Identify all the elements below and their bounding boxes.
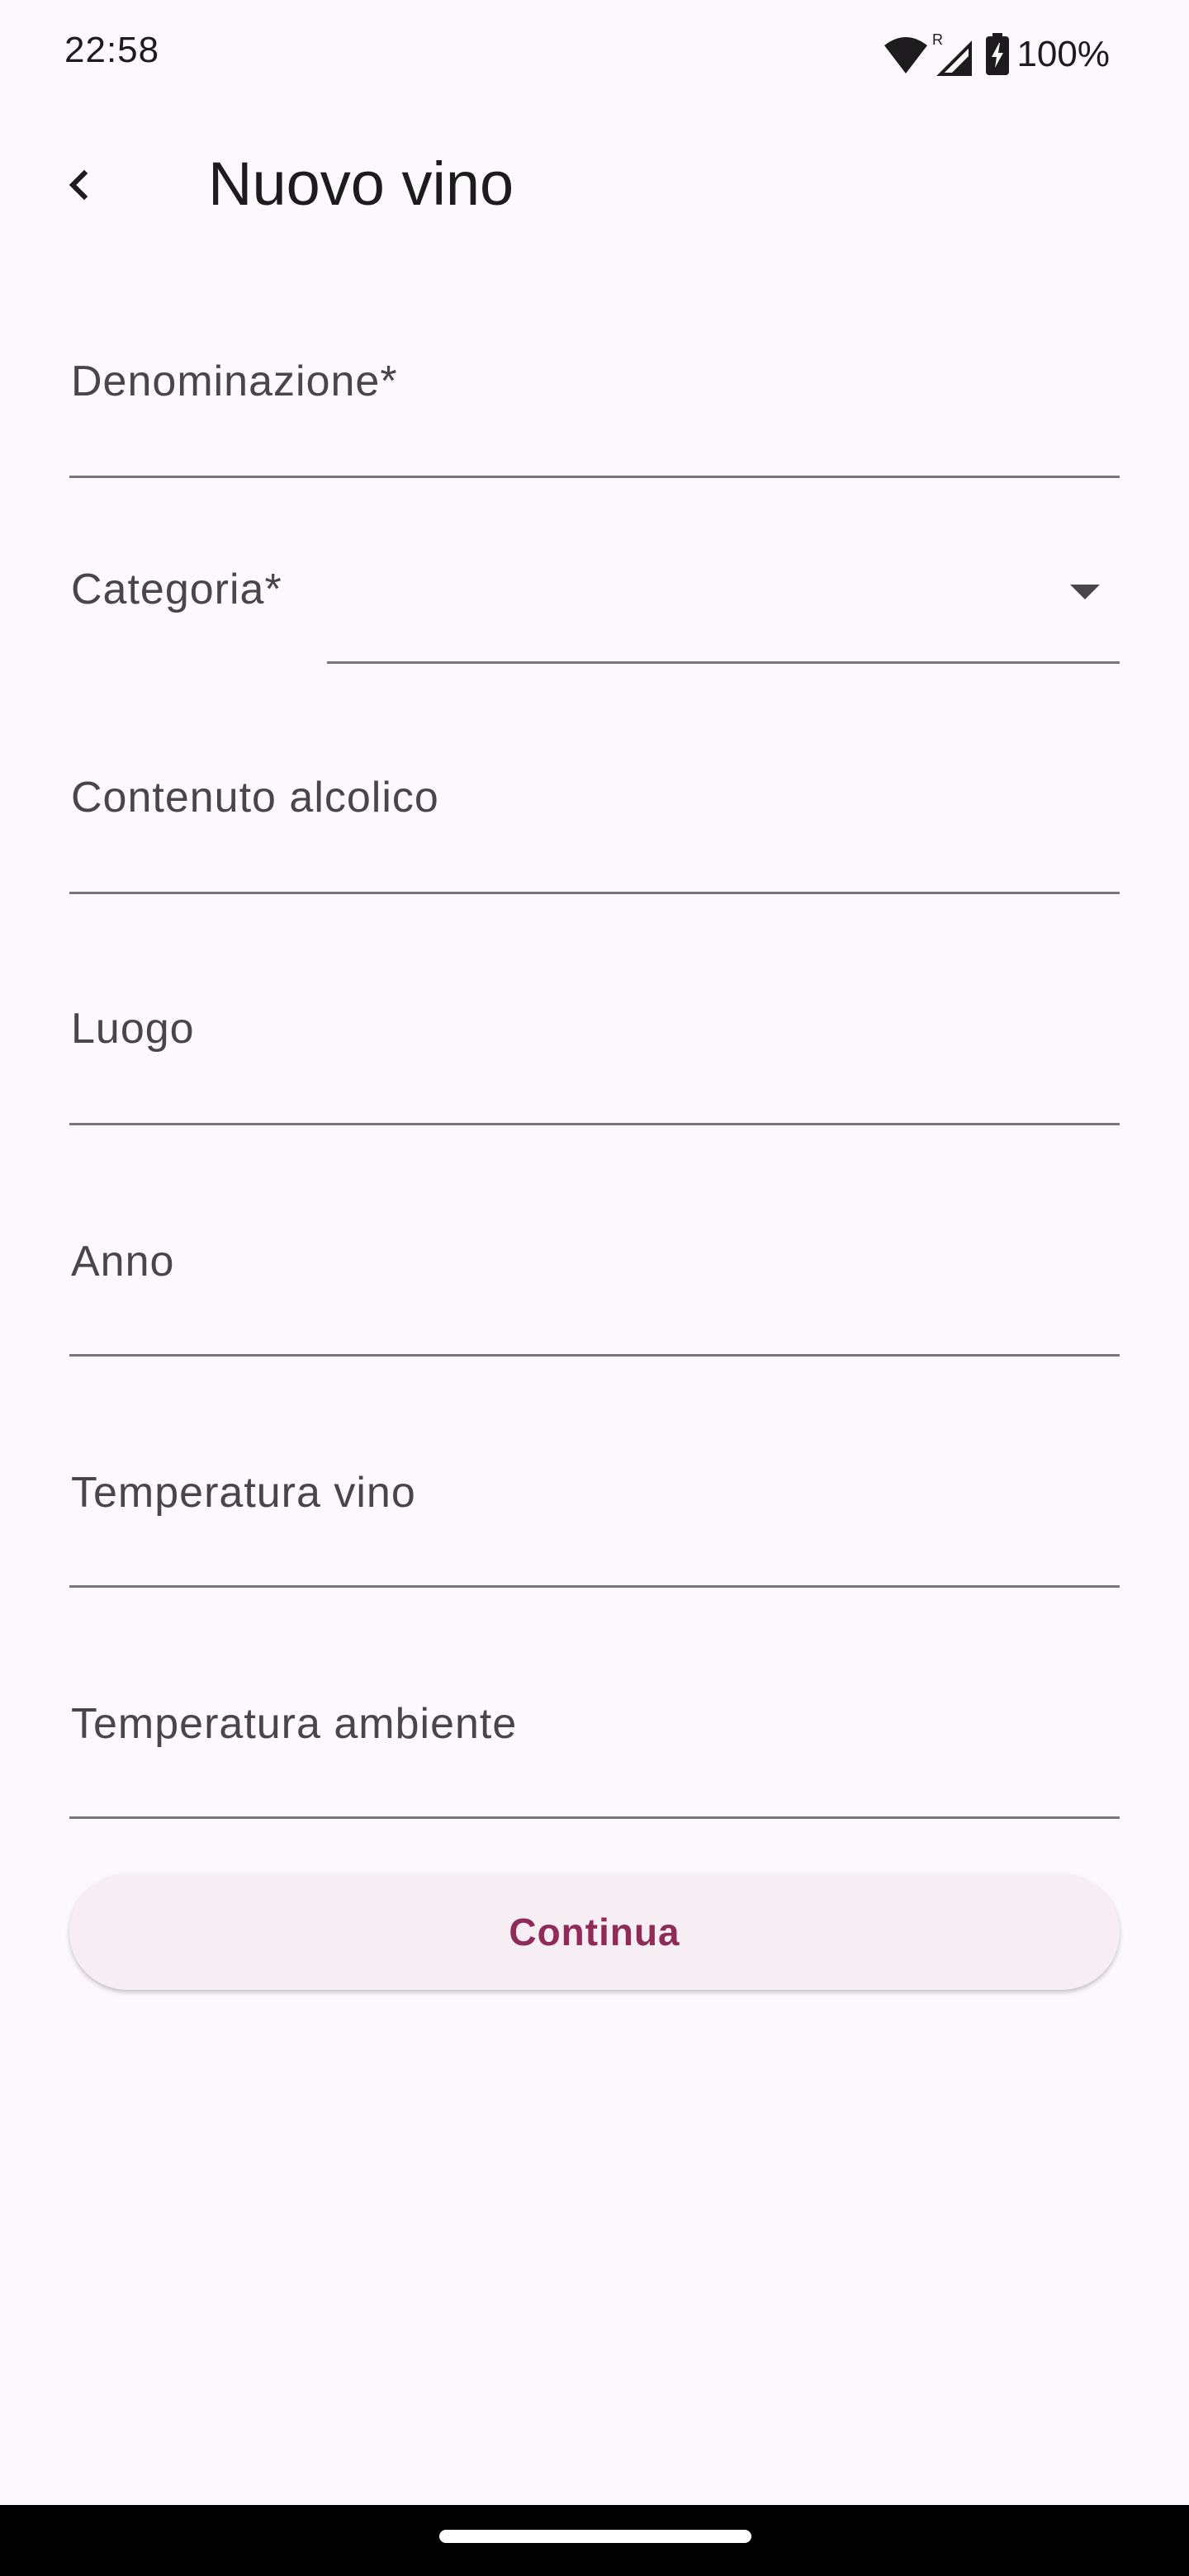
home-indicator[interactable]: [439, 2530, 751, 2543]
temperatura-vino-label: Temperatura vino: [71, 1469, 416, 1517]
contenuto-alcolico-field[interactable]: Contenuto alcolico: [69, 743, 1120, 897]
continue-button[interactable]: Continua: [69, 1874, 1120, 1990]
anno-underline: [69, 1354, 1120, 1357]
luogo-underline: [69, 1123, 1120, 1125]
status-bar: 22:58 R 100%: [0, 0, 1189, 107]
categoria-dropdown[interactable]: [327, 528, 1120, 664]
contenuto-alcolico-underline: [69, 892, 1120, 894]
continue-button-label: Continua: [509, 1911, 680, 1953]
temperatura-ambiente-field[interactable]: Temperatura ambiente: [69, 1668, 1120, 1821]
temperatura-vino-underline: [69, 1585, 1120, 1588]
categoria-label-area: Categoria*: [69, 528, 317, 661]
wifi-icon: [883, 34, 929, 75]
luogo-field[interactable]: Luogo: [69, 974, 1120, 1128]
battery-percentage: 100%: [1016, 34, 1110, 74]
temperatura-vino-field[interactable]: Temperatura vino: [69, 1437, 1120, 1590]
app-bar: Nuovo vino: [0, 124, 1189, 248]
temperatura-ambiente-underline: [69, 1816, 1120, 1819]
dropdown-arrow-icon: [1068, 583, 1101, 605]
status-icons: R 100%: [883, 25, 1110, 84]
status-time: 22:58: [64, 30, 160, 70]
luogo-label: Luogo: [71, 1005, 195, 1053]
back-button[interactable]: [40, 147, 119, 226]
temperatura-ambiente-label: Temperatura ambiente: [71, 1700, 518, 1748]
battery-charging-icon: [985, 33, 1010, 76]
contenuto-alcolico-label: Contenuto alcolico: [71, 774, 439, 822]
svg-text:R: R: [932, 31, 943, 48]
categoria-underline: [327, 661, 1120, 664]
denominazione-label: Denominazione*: [71, 358, 398, 405]
back-arrow-icon: [61, 167, 97, 207]
denominazione-field[interactable]: Denominazione*: [69, 330, 1120, 481]
roaming-signal-icon: R: [931, 31, 973, 78]
page-title: Nuovo vino: [208, 149, 514, 218]
denominazione-underline: [69, 476, 1120, 478]
anno-label: Anno: [71, 1238, 175, 1286]
categoria-label: Categoria*: [71, 566, 282, 613]
anno-field[interactable]: Anno: [69, 1205, 1120, 1359]
navigation-bar: [0, 2505, 1189, 2576]
